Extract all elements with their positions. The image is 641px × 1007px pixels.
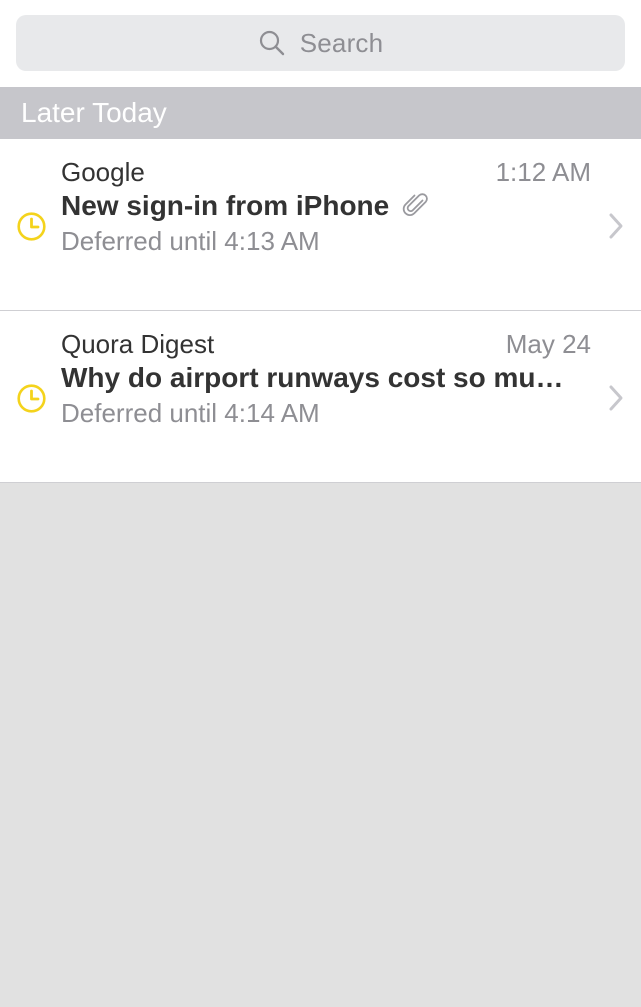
- sender-name: Quora Digest: [61, 329, 215, 359]
- message-row[interactable]: Quora Digest May 24 Why do airport runwa…: [0, 311, 641, 483]
- message-date: 1:12 AM: [495, 157, 591, 187]
- section-title: Later Today: [21, 97, 167, 128]
- subject-line: Why do airport runways cost so mu…: [61, 362, 589, 394]
- subject-line: New sign-in from iPhone: [61, 190, 589, 222]
- clock-icon: [16, 383, 47, 414]
- search-field[interactable]: Search: [16, 15, 625, 71]
- clock-icon: [16, 211, 47, 242]
- paperclip-icon: [401, 191, 431, 221]
- message-list: Google 1:12 AM New sign-in from iPhone D…: [0, 139, 641, 483]
- message-row[interactable]: Google 1:12 AM New sign-in from iPhone D…: [0, 139, 641, 311]
- message-subject: Why do airport runways cost so mu…: [61, 362, 564, 393]
- section-header: Later Today: [0, 87, 641, 139]
- deferred-status: Deferred until 4:13 AM: [61, 226, 320, 256]
- search-icon: [258, 29, 286, 57]
- chevron-right-icon: [607, 383, 625, 413]
- search-area: Search: [0, 0, 641, 87]
- search-placeholder: Search: [299, 27, 384, 58]
- message-date: May 24: [505, 329, 591, 359]
- chevron-right-icon: [607, 211, 625, 241]
- sender-name: Google: [61, 157, 145, 187]
- message-subject: New sign-in from iPhone: [61, 190, 390, 221]
- deferred-status: Deferred until 4:14 AM: [61, 398, 320, 428]
